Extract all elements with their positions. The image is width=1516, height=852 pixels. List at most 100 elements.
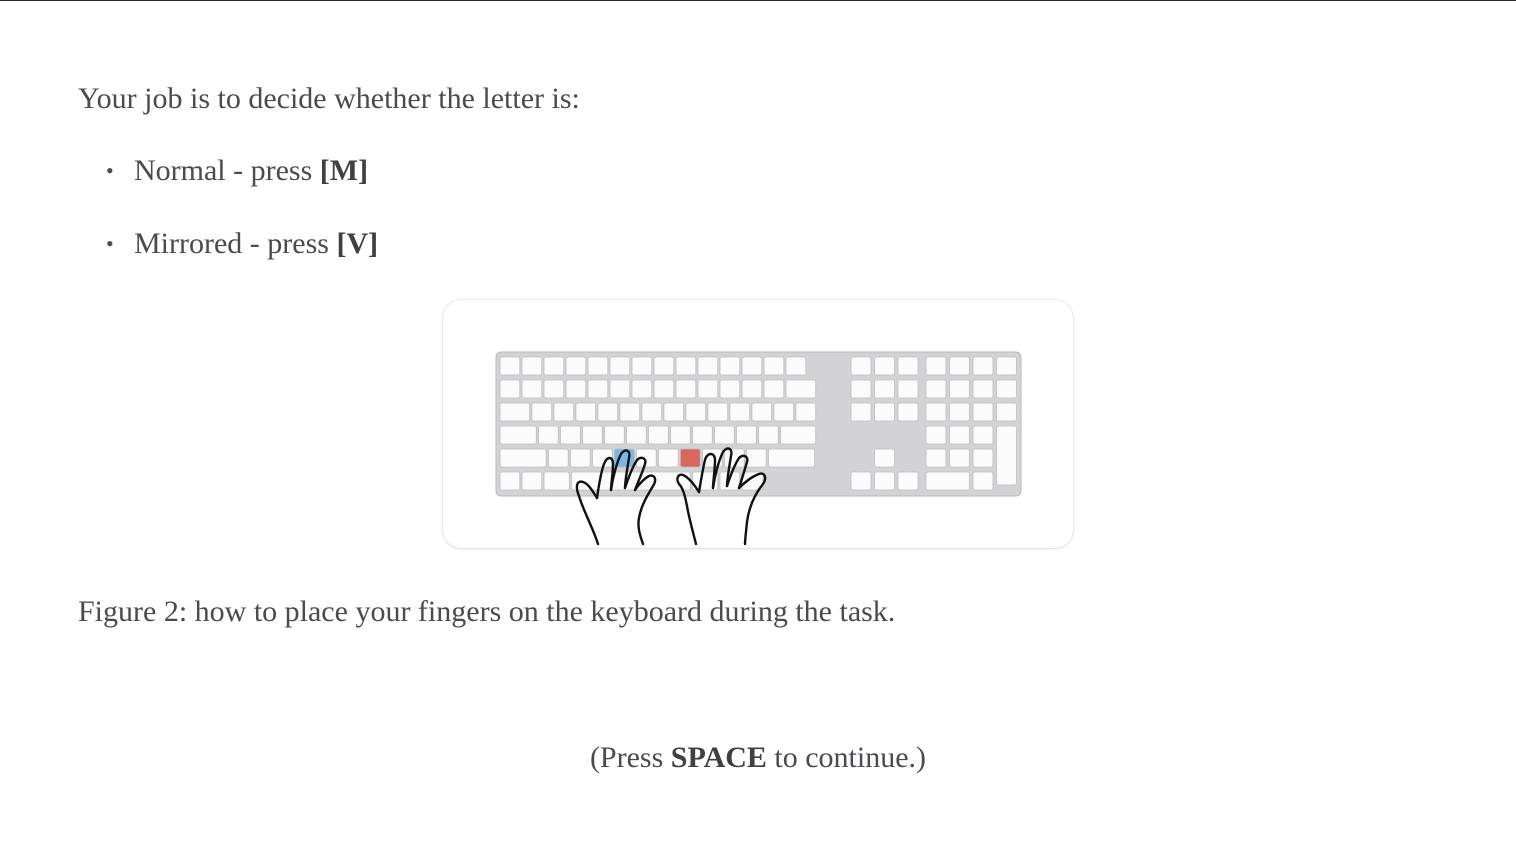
keyboard-key [679,448,701,468]
keyboard-key [925,425,947,445]
keyboard-key [972,379,994,399]
keyboard-key [657,448,679,468]
keyboard-key [996,356,1017,376]
keyboard-key [795,402,817,422]
option-key: [M] [319,154,369,187]
keyboard-key [531,402,553,422]
option-label: Mirrored - press [134,227,337,260]
keyboard-key [521,356,543,376]
keyboard-key [626,425,647,445]
keyboard-key [897,379,919,399]
list-item-mirrored: • Mirrored - press [V] [106,225,378,263]
keyboard-key [582,425,603,445]
keyboard-with-hands-icon [495,351,1022,546]
keyboard-key [692,425,713,445]
keyboard-key [719,379,741,399]
keyboard-key [575,402,597,422]
keyboard-key [631,356,653,376]
keyboard-key [897,471,919,491]
keyboard-key [729,402,751,422]
bullet-icon: • [106,158,114,183]
keyboard-key [785,379,817,399]
keyboard-key [949,425,970,445]
keyboard-key [850,402,872,422]
instruction-text: Your job is to decide whether the letter… [78,82,580,115]
keyboard-key [972,448,994,468]
keyboard-key [874,356,895,376]
keyboard-key [741,379,763,399]
keyboard-key [972,356,994,376]
keyboard-key [543,379,565,399]
keyboard-key [949,402,970,422]
keyboard-key [499,471,521,491]
keyboard-key [763,356,785,376]
keyboard-key [996,425,1017,486]
keyboard-key [609,379,631,399]
keyboard-key [751,402,773,422]
bullet-icon: • [106,231,114,256]
keyboard-key [609,356,631,376]
keyboard-key [663,402,685,422]
keyboard-key [741,356,763,376]
keyboard-key [972,402,994,422]
keyboard-key [925,356,947,376]
keyboard-key [560,425,581,445]
keyboard-key [597,402,619,422]
continue-suffix: to continue.) [766,741,927,774]
keyboard-key [499,379,521,399]
response-options-list: • Normal - press [M] • Mirrored - press … [106,152,378,298]
keyboard-key [874,402,895,422]
keyboard-key [925,471,970,491]
keyboard-key [587,356,609,376]
option-key: [V] [336,227,379,260]
top-border [0,0,1516,1]
continue-key: SPACE [670,741,767,774]
keyboard-key [736,425,757,445]
keyboard-key [949,448,970,468]
keyboard-key [685,402,707,422]
keyboard-key [767,448,815,468]
keyboard-key [850,471,872,491]
keyboard-key [499,402,531,422]
continue-prompt: (Press SPACE to continue.) [0,739,1516,777]
keyboard-key [675,356,697,376]
keyboard-key [949,356,970,376]
keyboard-key [758,425,779,445]
keyboard-key [565,356,587,376]
keyboard-key [925,448,947,468]
keyboard-key [697,356,719,376]
keyboard-key [874,471,895,491]
figure-caption: Figure 2: how to place your fingers on t… [78,595,896,628]
keyboard-key [538,425,559,445]
keyboard-key [619,402,641,422]
keyboard-key [499,356,521,376]
keyboard-key [763,379,785,399]
keyboard-key [874,448,895,468]
keyboard-key [553,402,575,422]
keyboard-key [521,379,543,399]
keyboard-key [543,471,570,491]
option-label: Normal - press [134,154,320,187]
keyboard-key [604,425,625,445]
keyboard-key [897,402,919,422]
keyboard-key [570,448,591,468]
keyboard-key [949,379,970,399]
keyboard-key [719,356,741,376]
keyboard-key [499,425,537,445]
list-item-normal: • Normal - press [M] [106,152,378,190]
keyboard-key [745,448,767,468]
keyboard-key [897,356,919,376]
keyboard-key [697,379,719,399]
keyboard-key [785,356,807,376]
keyboard-key [714,425,735,445]
keyboard-key [675,379,697,399]
keyboard-key [972,471,994,491]
keyboard-key [925,379,947,399]
keyboard-key [925,402,947,422]
keyboard-key [707,402,729,422]
keyboard-figure [443,300,1073,548]
continue-prefix: (Press [589,741,671,774]
keyboard-key [780,425,817,445]
keyboard-key [874,379,895,399]
keyboard-key [850,379,872,399]
